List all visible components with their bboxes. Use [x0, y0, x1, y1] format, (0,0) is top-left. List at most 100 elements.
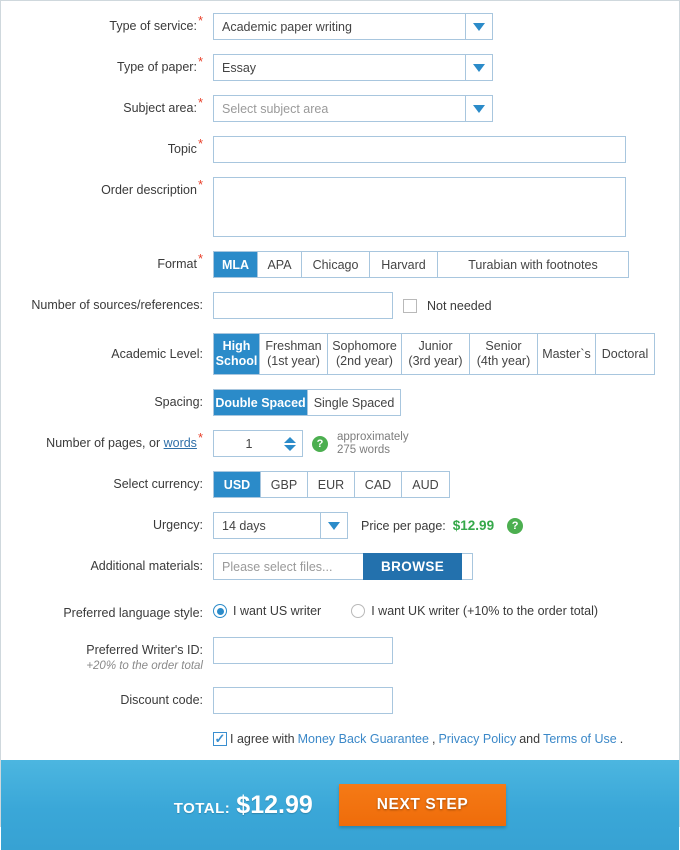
language-style-option-uk[interactable]: I want UK writer (+10% to the order tota… [351, 604, 598, 618]
help-icon[interactable]: ? [312, 435, 328, 452]
required-asterisk: * [197, 135, 203, 151]
label-subject-area: Subject area:* [1, 95, 213, 116]
required-asterisk: * [197, 12, 203, 28]
spacing-option-single-spaced[interactable]: Single Spaced [308, 390, 400, 415]
urgency-select[interactable]: 14 days [213, 512, 348, 539]
not-needed-checkbox[interactable] [403, 298, 417, 313]
stepper-up-icon[interactable] [284, 436, 296, 443]
order-form-page: Type of service:* Academic paper writing… [0, 0, 680, 850]
stepper-down-icon[interactable] [284, 444, 296, 451]
chevron-down-icon[interactable] [465, 14, 492, 39]
option-line1: Master`s [542, 346, 591, 361]
academic-level-option-freshman[interactable]: Freshman (1st year) [260, 334, 328, 374]
chevron-down-icon[interactable] [320, 513, 347, 538]
academic-level-option-high[interactable]: High School [214, 334, 260, 374]
row-agreement: ✓ I agree with Money Back Guarantee, Pri… [1, 732, 679, 746]
currency-option-usd[interactable]: USD [214, 472, 261, 497]
format-option-harvard[interactable]: Harvard [370, 252, 438, 277]
label-sources: Number of sources/references: [1, 292, 213, 313]
price-per-page-value: $12.99 [452, 518, 495, 533]
total-amount: $12.99 [236, 790, 313, 819]
row-pages: Number of pages, or words* 1 ? approxima… [1, 430, 679, 457]
pages-stepper[interactable]: 1 [213, 430, 303, 457]
agreement-sep1: , [431, 732, 436, 746]
browse-button[interactable]: BROWSE [363, 553, 463, 580]
sources-input[interactable] [213, 292, 393, 319]
agreement-sep2: and [519, 732, 541, 746]
label-type-of-service: Type of service:* [1, 13, 213, 34]
language-style-label: I want UK writer (+10% to the order tota… [371, 604, 599, 618]
privacy-policy-link[interactable]: Privacy Policy [438, 732, 516, 746]
academic-level-option-doctoral[interactable]: Doctoral [596, 334, 654, 374]
academic-level-option-junior[interactable]: Junior (3rd year) [402, 334, 470, 374]
currency-option-gbp[interactable]: GBP [261, 472, 308, 497]
subject-area-select[interactable]: Select subject area [213, 95, 493, 122]
next-step-button[interactable]: NEXT STEP [338, 784, 507, 826]
pages-value: 1 [245, 436, 253, 451]
option-line2: (1st year) [267, 354, 320, 368]
pages-note: approximately 275 words [337, 431, 409, 457]
academic-level-option-master-s[interactable]: Master`s [538, 334, 596, 374]
language-style-option-us[interactable]: I want US writer [213, 604, 321, 618]
label-spacing: Spacing: [1, 389, 213, 410]
option-line2: (3rd year) [408, 354, 463, 368]
label-text: Urgency: [152, 518, 203, 532]
type-of-service-select[interactable]: Academic paper writing [213, 13, 493, 40]
label-writer-id: Preferred Writer's ID: +20% to the order… [1, 637, 213, 673]
row-sources: Number of sources/references: Not needed [1, 292, 679, 319]
row-subject-area: Subject area:* Select subject area [1, 95, 679, 122]
label-discount-code: Discount code: [1, 687, 213, 708]
row-urgency: Urgency: 14 days Price per page: $12.99 … [1, 512, 679, 539]
radio-us-writer[interactable] [213, 604, 227, 618]
agreement-suffix: . [619, 732, 624, 746]
type-of-service-value: Academic paper writing [222, 19, 352, 34]
discount-code-input[interactable] [213, 687, 393, 714]
topic-input[interactable] [213, 136, 626, 163]
chevron-down-icon[interactable] [465, 96, 492, 121]
money-back-guarantee-link[interactable]: Money Back Guarantee [298, 732, 429, 746]
currency-option-aud[interactable]: AUD [402, 472, 449, 497]
type-of-paper-select[interactable]: Essay [213, 54, 493, 81]
format-option-apa[interactable]: APA [258, 252, 302, 277]
format-option-chicago[interactable]: Chicago [302, 252, 370, 277]
order-description-textarea[interactable] [213, 177, 626, 237]
subject-area-value: Select subject area [222, 101, 329, 116]
label-text: Subject area: [123, 101, 197, 115]
required-asterisk: * [197, 53, 203, 69]
label-text: Number of pages, or [46, 436, 164, 450]
help-icon[interactable]: ? [507, 517, 524, 534]
row-academic-level: Academic Level: High School Freshman (1st y… [1, 333, 679, 375]
pages-note-line2: 275 words [337, 443, 391, 456]
label-text: Number of sources/references: [31, 298, 203, 312]
format-option-mla[interactable]: MLA [214, 252, 258, 277]
label-text: Discount code: [120, 693, 203, 707]
option-line1: Freshman [265, 339, 322, 353]
writer-id-input[interactable] [213, 637, 393, 664]
chevron-down-icon[interactable] [465, 55, 492, 80]
radio-uk-writer[interactable] [351, 604, 366, 618]
spacing-option-double-spaced[interactable]: Double Spaced [214, 390, 308, 415]
pages-note-line1: approximately [337, 430, 409, 443]
currency-option-eur[interactable]: EUR [308, 472, 355, 497]
currency-option-cad[interactable]: CAD [355, 472, 402, 497]
row-topic: Topic* [1, 136, 679, 163]
format-option-turabian-with-footnotes[interactable]: Turabian with footnotes [438, 252, 628, 277]
academic-level-option-sophomore[interactable]: Sophomore (2nd year) [328, 334, 402, 374]
type-of-paper-value: Essay [222, 60, 257, 75]
words-link[interactable]: words [164, 436, 197, 450]
label-text: Type of paper: [117, 60, 197, 74]
required-asterisk: * [197, 94, 203, 110]
row-order-description: Order description* [1, 177, 679, 237]
option-line1: Sophomore [332, 339, 397, 353]
required-asterisk: * [197, 176, 203, 192]
label-text: Spacing: [154, 395, 203, 409]
currency-segmented-control: USD GBP EUR CAD AUD [213, 471, 450, 498]
row-currency: Select currency: USD GBP EUR CAD AUD [1, 471, 679, 498]
terms-of-use-link[interactable]: Terms of Use [543, 732, 617, 746]
option-line1: High [222, 339, 251, 353]
label-topic: Topic* [1, 136, 213, 157]
agreement-checkbox[interactable]: ✓ [213, 732, 227, 746]
academic-level-option-senior[interactable]: Senior (4th year) [470, 334, 538, 374]
total-label: TOTAL: [173, 799, 231, 817]
file-upload-control: Please select files... BROWSE [213, 553, 473, 580]
